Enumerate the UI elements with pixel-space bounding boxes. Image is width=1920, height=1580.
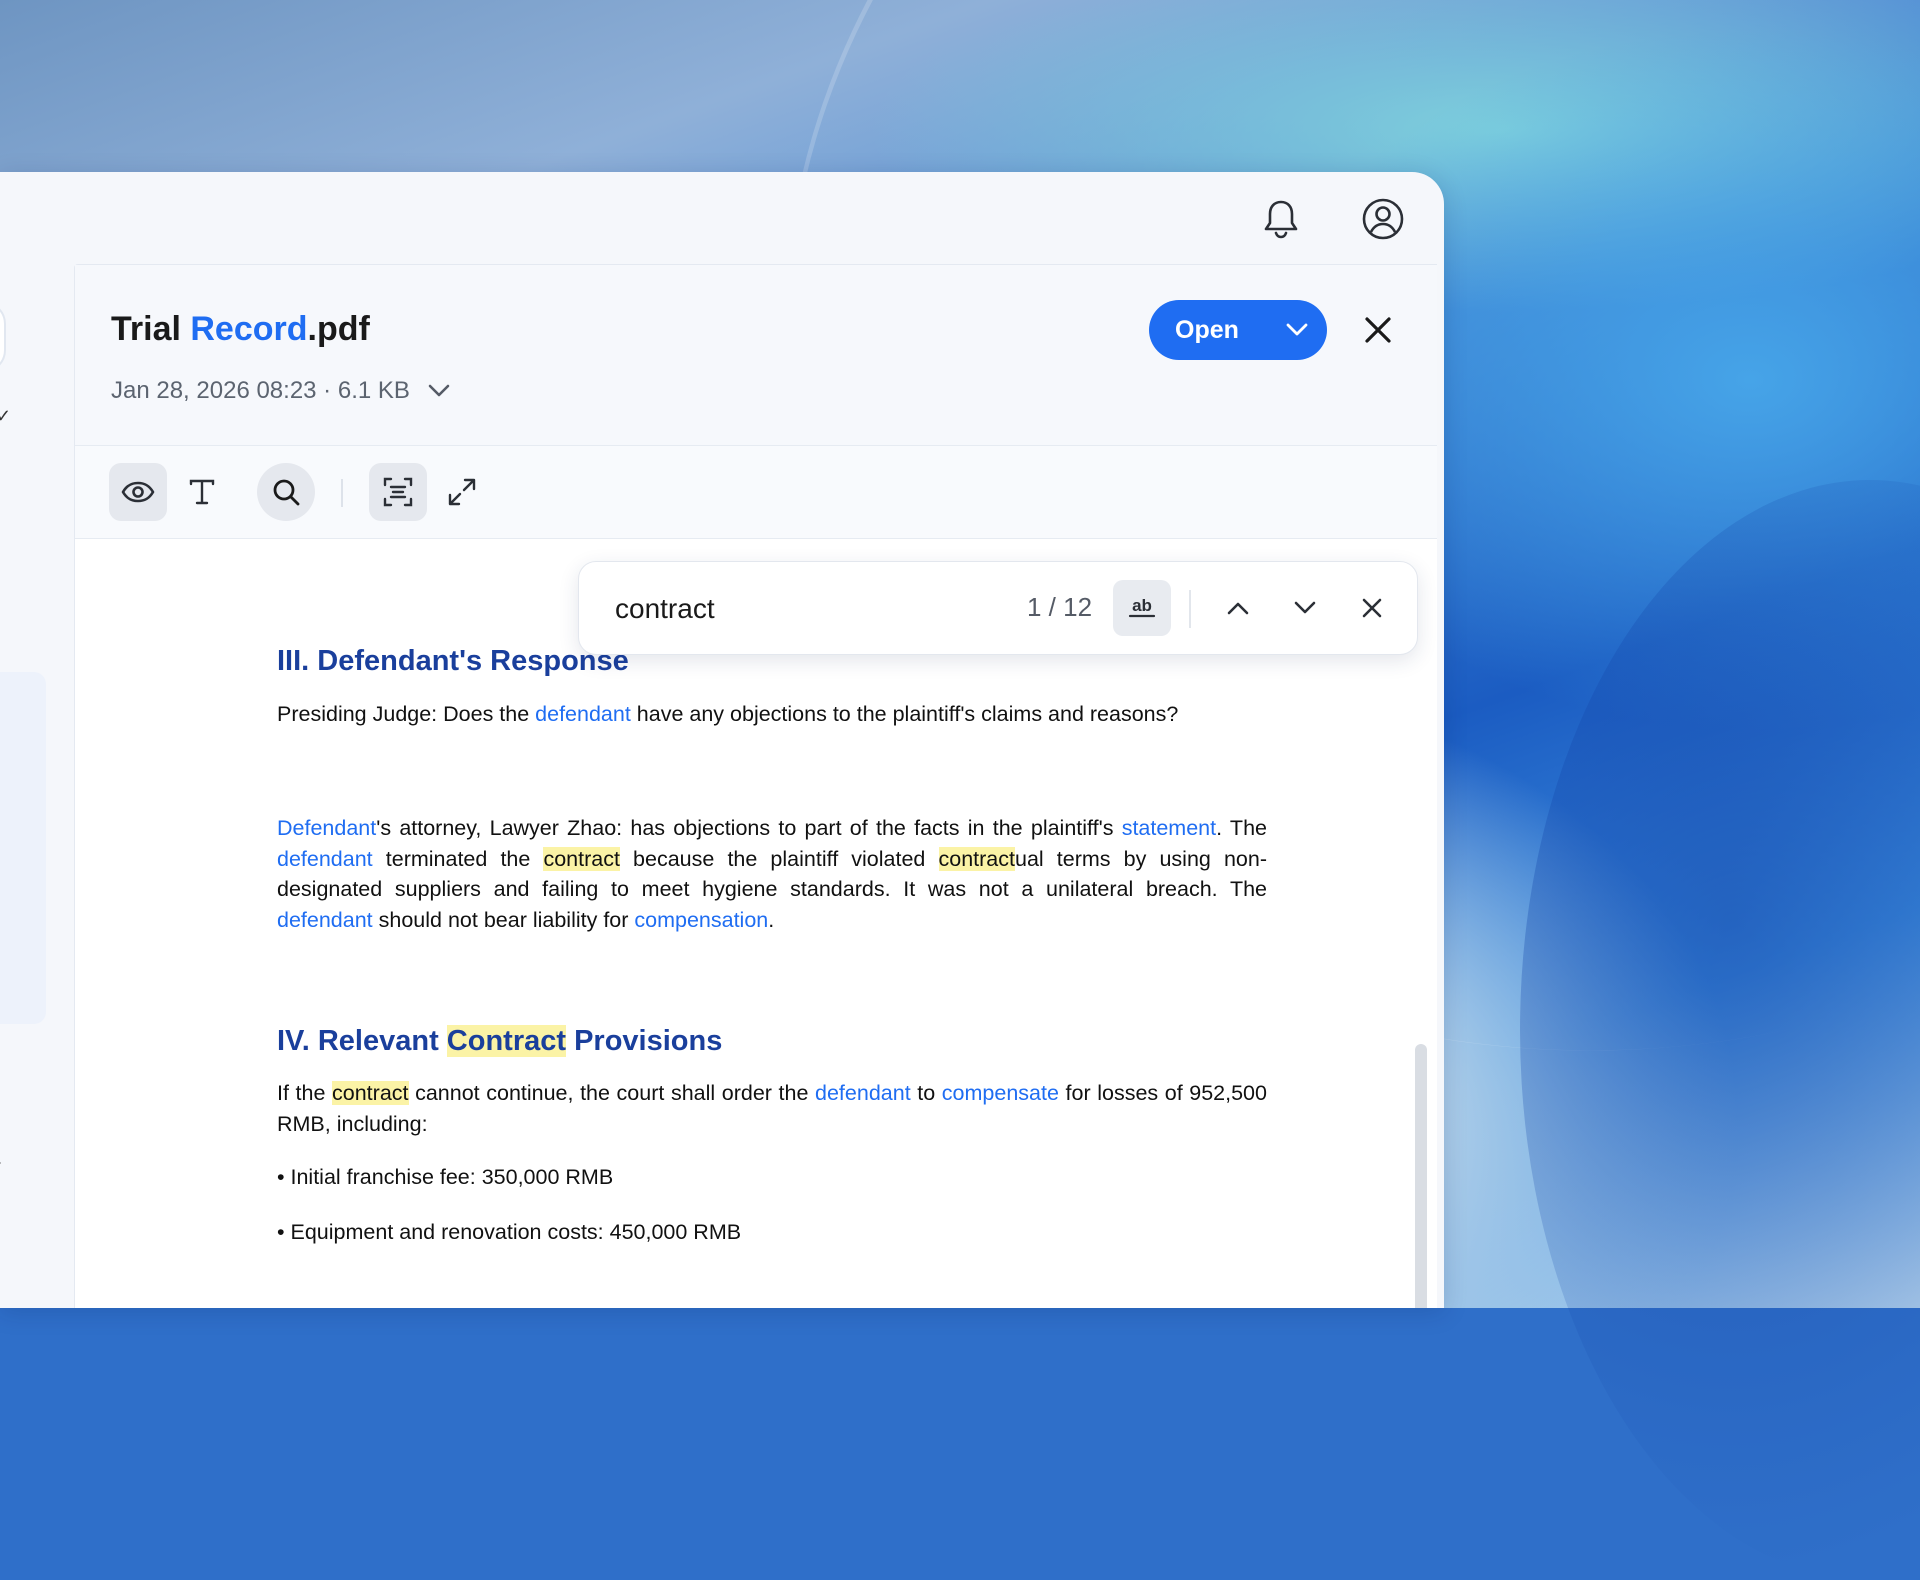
viewer-toolbar <box>75 446 1437 539</box>
search-match: contract <box>332 1081 409 1105</box>
chevron-down-icon[interactable] <box>1281 584 1329 632</box>
match-case-label: ab <box>1132 596 1152 615</box>
text-run: Presiding Judge: Does the <box>277 702 536 726</box>
match-case-toggle[interactable]: ab <box>1113 580 1171 636</box>
open-options-dropdown[interactable] <box>1267 300 1327 360</box>
text-run: because the plaintiff violated <box>619 846 939 871</box>
match-case-icon: ab <box>1128 596 1156 618</box>
heading-run: Provisions <box>566 1025 723 1057</box>
chevron-icon: › <box>0 1154 1 1172</box>
match-counter: 1 / 12 <box>1027 592 1093 622</box>
term-link[interactable]: compensate <box>942 1081 1059 1105</box>
find-input[interactable] <box>613 586 997 632</box>
search-icon[interactable] <box>257 463 315 521</box>
ocr-scan-icon[interactable] <box>369 463 427 521</box>
file-meta-text: Jan 28, 2026 08:23 · 6.1 KB <box>111 377 410 404</box>
find-divider <box>1189 590 1191 628</box>
list-item: • Initial franchise fee: 350,000 RMB <box>277 1165 614 1189</box>
top-bar <box>0 172 1444 264</box>
sidebar-control[interactable] <box>0 301 6 373</box>
term-link[interactable]: defendant <box>535 702 631 726</box>
search-match: contract <box>938 846 1015 871</box>
section-heading: III. Defendant's Response <box>277 645 629 677</box>
term-link[interactable]: compensation <box>634 908 768 932</box>
search-match: contract <box>543 846 620 871</box>
file-meta[interactable]: Jan 28, 2026 08:23 · 6.1 KB <box>111 377 450 405</box>
scrollbar[interactable] <box>1415 1044 1427 1308</box>
term-link[interactable]: statement <box>1122 816 1216 840</box>
text-run: have any objections to the plaintiff's c… <box>630 702 1179 726</box>
term-link[interactable]: Defendant <box>277 816 376 840</box>
chevron-down-icon[interactable]: ✓ <box>0 406 11 427</box>
sidebar-card[interactable] <box>0 672 46 1024</box>
term-link[interactable]: defendant <box>277 847 373 871</box>
list-item: • Equipment and renovation costs: 450,00… <box>277 1220 742 1244</box>
paragraph: Defendant's attorney, Lawyer Zhao: has o… <box>277 813 1267 935</box>
text-icon[interactable] <box>173 463 231 521</box>
text-run: terminated the <box>372 846 544 871</box>
chevron-down-icon[interactable] <box>428 384 450 398</box>
term-link[interactable]: defendant <box>815 1081 911 1105</box>
close-icon[interactable] <box>1353 305 1403 355</box>
file-preview-panel: Trial Record.pdf Jan 28, 2026 08:23 · 6.… <box>74 264 1437 1308</box>
text-run: If the <box>277 1081 333 1105</box>
search-match: Contract <box>446 1025 567 1057</box>
chevron-up-icon[interactable] <box>1214 584 1262 632</box>
eye-icon[interactable] <box>109 463 167 521</box>
open-button[interactable]: Open <box>1149 300 1267 360</box>
term-link[interactable]: defendant <box>277 908 373 932</box>
text-run: 's attorney, Lawyer Zhao: has objections… <box>376 816 1122 840</box>
left-sidebar: ✓ › <box>0 264 74 1308</box>
heading-run: IV. Relevant <box>277 1025 447 1057</box>
app-window: ✓ › Trial Record.pdf Jan 28, 2026 08:23 … <box>0 172 1444 1308</box>
user-circle-icon[interactable] <box>1358 194 1408 244</box>
text-run: to <box>910 1081 942 1105</box>
file-title-part: Trial <box>111 310 191 348</box>
file-header: Trial Record.pdf Jan 28, 2026 08:23 · 6.… <box>75 265 1437 446</box>
text-run: should not bear liability for <box>372 907 635 932</box>
text-run: . The <box>1216 816 1267 840</box>
close-icon[interactable] <box>1348 584 1396 632</box>
file-title-accent: Record <box>190 310 308 348</box>
find-bar: 1 / 12 ab <box>578 561 1418 655</box>
paragraph: Presiding Judge: Does the defendant have… <box>277 699 1267 730</box>
open-split-button: Open <box>1149 300 1327 360</box>
toolbar-divider <box>341 479 343 507</box>
file-title-ext: .pdf <box>307 310 370 348</box>
section-heading: IV. Relevant Contract Provisions <box>277 1025 722 1058</box>
paragraph: If the contract cannot continue, the cou… <box>277 1078 1267 1139</box>
text-run: cannot continue, the court shall order t… <box>408 1081 816 1105</box>
expand-icon[interactable] <box>433 463 491 521</box>
bell-icon[interactable] <box>1256 194 1306 244</box>
file-title: Trial Record.pdf <box>111 310 370 349</box>
text-run: . <box>768 907 775 932</box>
